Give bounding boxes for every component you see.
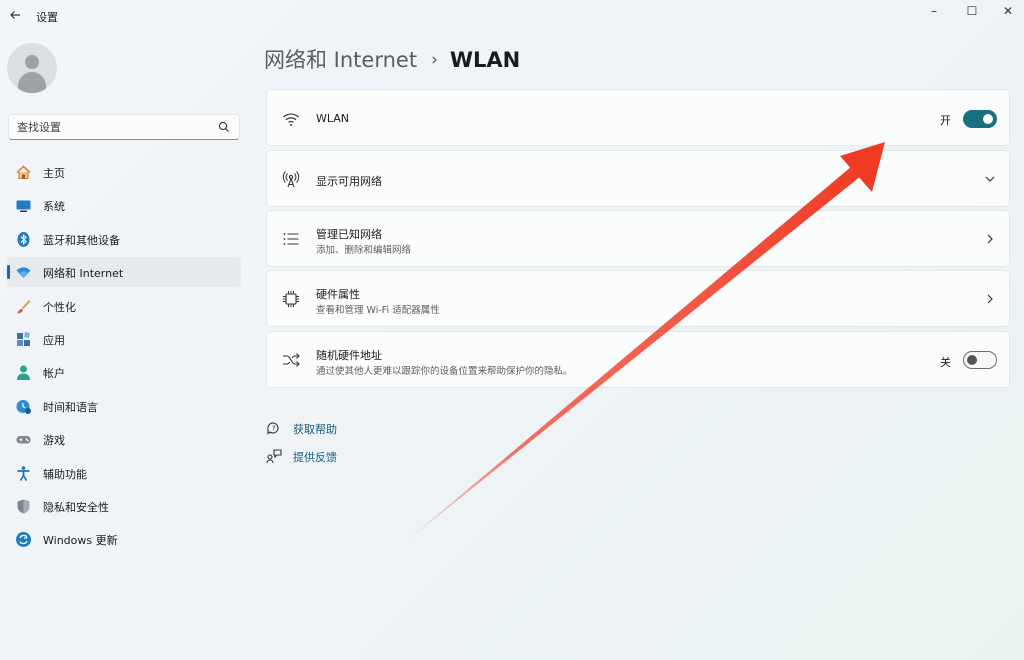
sidebar-item-accessibility[interactable]: 辅助功能 [7, 458, 241, 488]
sidebar-item-label: 个性化 [43, 300, 76, 314]
sidebar-nav: 主页 系统 蓝牙和其他设备 网络和 Internet 个性化 应用 帐户 时间和… [7, 157, 241, 558]
sidebar-item-accounts[interactable]: 帐户 [7, 357, 241, 387]
random-mac-title: 随机硬件地址 [316, 349, 382, 362]
sidebar-item-windows-update[interactable]: Windows 更新 [7, 524, 241, 554]
sidebar-item-label: 应用 [43, 333, 65, 347]
random-mac-subtitle: 通过使其他人更难以跟踪你的设备位置来帮助保护你的隐私。 [316, 366, 573, 377]
maximize-button[interactable]: ☐ [955, 2, 989, 20]
sidebar-item-label: 网络和 Internet [43, 267, 124, 281]
sidebar-item-bluetooth[interactable]: 蓝牙和其他设备 [7, 224, 241, 254]
avatar-body [18, 72, 46, 93]
known-networks-card[interactable]: 管理已知网络 添加、删除和编辑网络 [266, 210, 1010, 267]
close-button[interactable]: ✕ [991, 2, 1024, 20]
brush-icon [17, 299, 31, 314]
sidebar-item-gaming[interactable]: 游戏 [7, 424, 241, 454]
get-help-label[interactable]: 获取帮助 [293, 421, 337, 437]
accessibility-icon [17, 465, 30, 481]
toggle-knob [967, 355, 977, 365]
wlan-state-label: 开 [940, 114, 951, 127]
wlan-title: WLAN [316, 112, 350, 125]
hardware-properties-subtitle: 查看和管理 Wi-Fi 适配器属性 [316, 305, 440, 316]
bluetooth-icon [17, 231, 30, 247]
app-title: 设置 [36, 11, 58, 24]
wifi-icon [16, 267, 31, 279]
random-mac-card[interactable]: 随机硬件地址 通过使其他人更难以跟踪你的设备位置来帮助保护你的隐私。 关 [266, 331, 1010, 388]
chevron-down-icon[interactable] [983, 172, 997, 186]
title-bar: 设置 – ☐ ✕ [0, 0, 1024, 32]
sidebar-item-label: 时间和语言 [43, 400, 98, 414]
page-title: WLAN [449, 48, 521, 72]
update-icon [16, 532, 31, 548]
known-networks-subtitle: 添加、删除和编辑网络 [316, 245, 412, 256]
random-mac-state-label: 关 [940, 356, 951, 369]
chevron-right-icon[interactable] [983, 232, 997, 246]
sidebar-item-privacy[interactable]: 隐私和安全性 [7, 491, 241, 521]
shuffle-icon [283, 353, 300, 367]
wlan-toggle[interactable] [963, 110, 997, 128]
apps-icon [17, 331, 30, 346]
breadcrumb-separator: › [431, 50, 438, 70]
breadcrumb: 网络和 Internet › WLAN [264, 44, 520, 76]
known-networks-title: 管理已知网络 [316, 228, 382, 241]
sidebar-item-label: 隐私和安全性 [43, 500, 109, 514]
hardware-properties-card[interactable]: 硬件属性 查看和管理 Wi-Fi 适配器属性 [266, 270, 1010, 327]
svg-text:?: ? [272, 425, 276, 433]
list-icon [283, 233, 299, 245]
sidebar-item-label: 辅助功能 [43, 467, 87, 481]
breadcrumb-parent[interactable]: 网络和 Internet [264, 48, 417, 72]
avatar[interactable] [7, 43, 57, 93]
help-icon: ? [267, 422, 279, 435]
sidebar-item-label: 系统 [43, 200, 65, 214]
chip-icon [283, 291, 299, 307]
feedback-label[interactable]: 提供反馈 [293, 449, 337, 465]
back-button[interactable] [6, 6, 24, 24]
sidebar-item-time-language[interactable]: 时间和语言 [7, 391, 241, 421]
search-input[interactable] [17, 119, 217, 135]
active-indicator [7, 265, 10, 280]
feedback-icon [266, 449, 282, 464]
back-arrow-icon [10, 11, 20, 19]
sidebar-item-personalization[interactable]: 个性化 [7, 291, 241, 321]
sidebar-item-label: 游戏 [43, 434, 65, 448]
search-box[interactable] [8, 114, 240, 140]
random-mac-toggle[interactable] [963, 351, 997, 369]
sidebar-item-network[interactable]: 网络和 Internet [7, 257, 241, 288]
shield-icon [17, 499, 30, 514]
hardware-properties-title: 硬件属性 [316, 288, 360, 301]
wifi-icon [283, 113, 299, 126]
wlan-card[interactable]: WLAN 开 [266, 89, 1010, 146]
gamepad-icon [16, 436, 31, 444]
search-icon[interactable] [217, 120, 231, 134]
avatar-head [25, 55, 39, 69]
minimize-button[interactable]: – [917, 2, 951, 20]
toggle-knob [983, 114, 993, 124]
sidebar-item-home[interactable]: 主页 [7, 157, 241, 187]
sidebar-item-label: Windows 更新 [43, 534, 118, 548]
chevron-right-icon[interactable] [983, 292, 997, 306]
sidebar-item-system[interactable]: 系统 [7, 190, 241, 220]
account-icon [17, 365, 30, 381]
system-icon [16, 200, 31, 213]
home-icon [16, 165, 31, 179]
antenna-icon [282, 171, 300, 188]
sidebar-item-apps[interactable]: 应用 [7, 324, 241, 354]
available-networks-title: 显示可用网络 [316, 175, 382, 188]
sidebar-item-label: 帐户 [43, 367, 65, 381]
sidebar-item-label: 主页 [43, 167, 65, 180]
globe-clock-icon [16, 399, 31, 414]
available-networks-card[interactable]: 显示可用网络 [266, 150, 1010, 207]
sidebar-item-label: 蓝牙和其他设备 [43, 233, 120, 247]
